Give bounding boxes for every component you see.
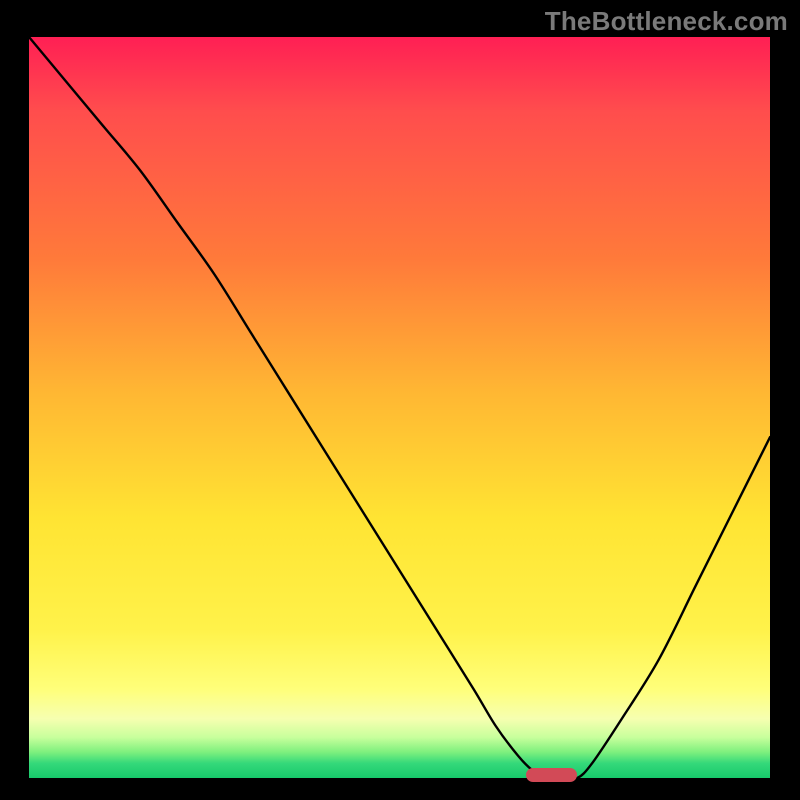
- optimal-range-marker: [526, 768, 578, 782]
- bottleneck-curve-line: [29, 37, 770, 778]
- watermark-text: TheBottleneck.com: [545, 6, 788, 37]
- chart-svg-layer: [29, 37, 770, 778]
- chart-root: TheBottleneck.com: [0, 0, 800, 800]
